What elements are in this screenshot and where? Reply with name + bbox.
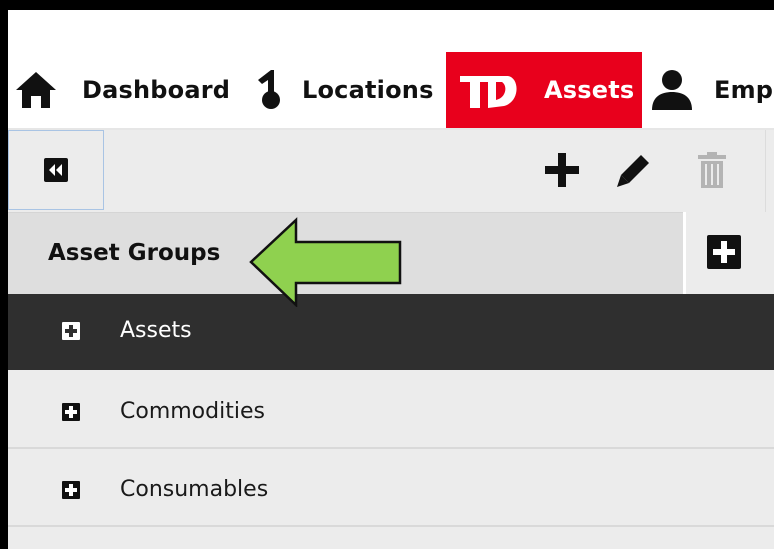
list-item-consumables[interactable]: Consumables	[8, 449, 774, 527]
double-chevron-left-icon	[44, 158, 68, 182]
expand-icon[interactable]	[62, 322, 80, 340]
toolbar	[8, 130, 774, 212]
home-icon	[16, 72, 56, 108]
list-item-partial	[8, 527, 774, 549]
trash-icon	[698, 152, 726, 188]
nav-label-dashboard: Dashboard	[82, 76, 231, 104]
assets-icon	[460, 76, 517, 108]
app-window: Dashboard Locations Assets Emp Asset Gro…	[0, 0, 774, 549]
employee-icon	[652, 70, 692, 110]
nav-item-locations[interactable]: Locations	[254, 52, 444, 128]
location-pin-icon	[258, 70, 280, 109]
expand-icon[interactable]	[62, 481, 80, 499]
list-item-label: Consumables	[120, 477, 269, 502]
add-button[interactable]	[542, 150, 582, 190]
nav-label-locations: Locations	[302, 76, 434, 104]
nav-item-dashboard[interactable]: Dashboard	[14, 52, 239, 128]
list-item-commodities[interactable]: Commodities	[8, 370, 774, 449]
add-group-button[interactable]	[707, 235, 741, 269]
edit-button[interactable]	[614, 150, 654, 190]
header-add-container	[683, 212, 774, 294]
collapse-panel-button[interactable]	[8, 130, 104, 210]
toolbar-edge	[765, 130, 774, 212]
expand-icon[interactable]	[62, 403, 80, 421]
top-navigation: Dashboard Locations Assets Emp	[8, 52, 774, 128]
list-item-label: Commodities	[120, 399, 265, 424]
nav-item-employees[interactable]: Emp	[648, 52, 774, 128]
annotation-arrow	[249, 217, 402, 307]
nav-label-employees: Emp	[714, 76, 774, 104]
nav-item-assets[interactable]: Assets	[446, 52, 642, 128]
list-item-label: Assets	[120, 318, 192, 343]
nav-label-assets: Assets	[544, 76, 635, 104]
delete-button[interactable]	[694, 150, 730, 190]
plus-icon	[545, 153, 579, 187]
section-title: Asset Groups	[48, 240, 221, 266]
pencil-icon	[617, 155, 649, 187]
